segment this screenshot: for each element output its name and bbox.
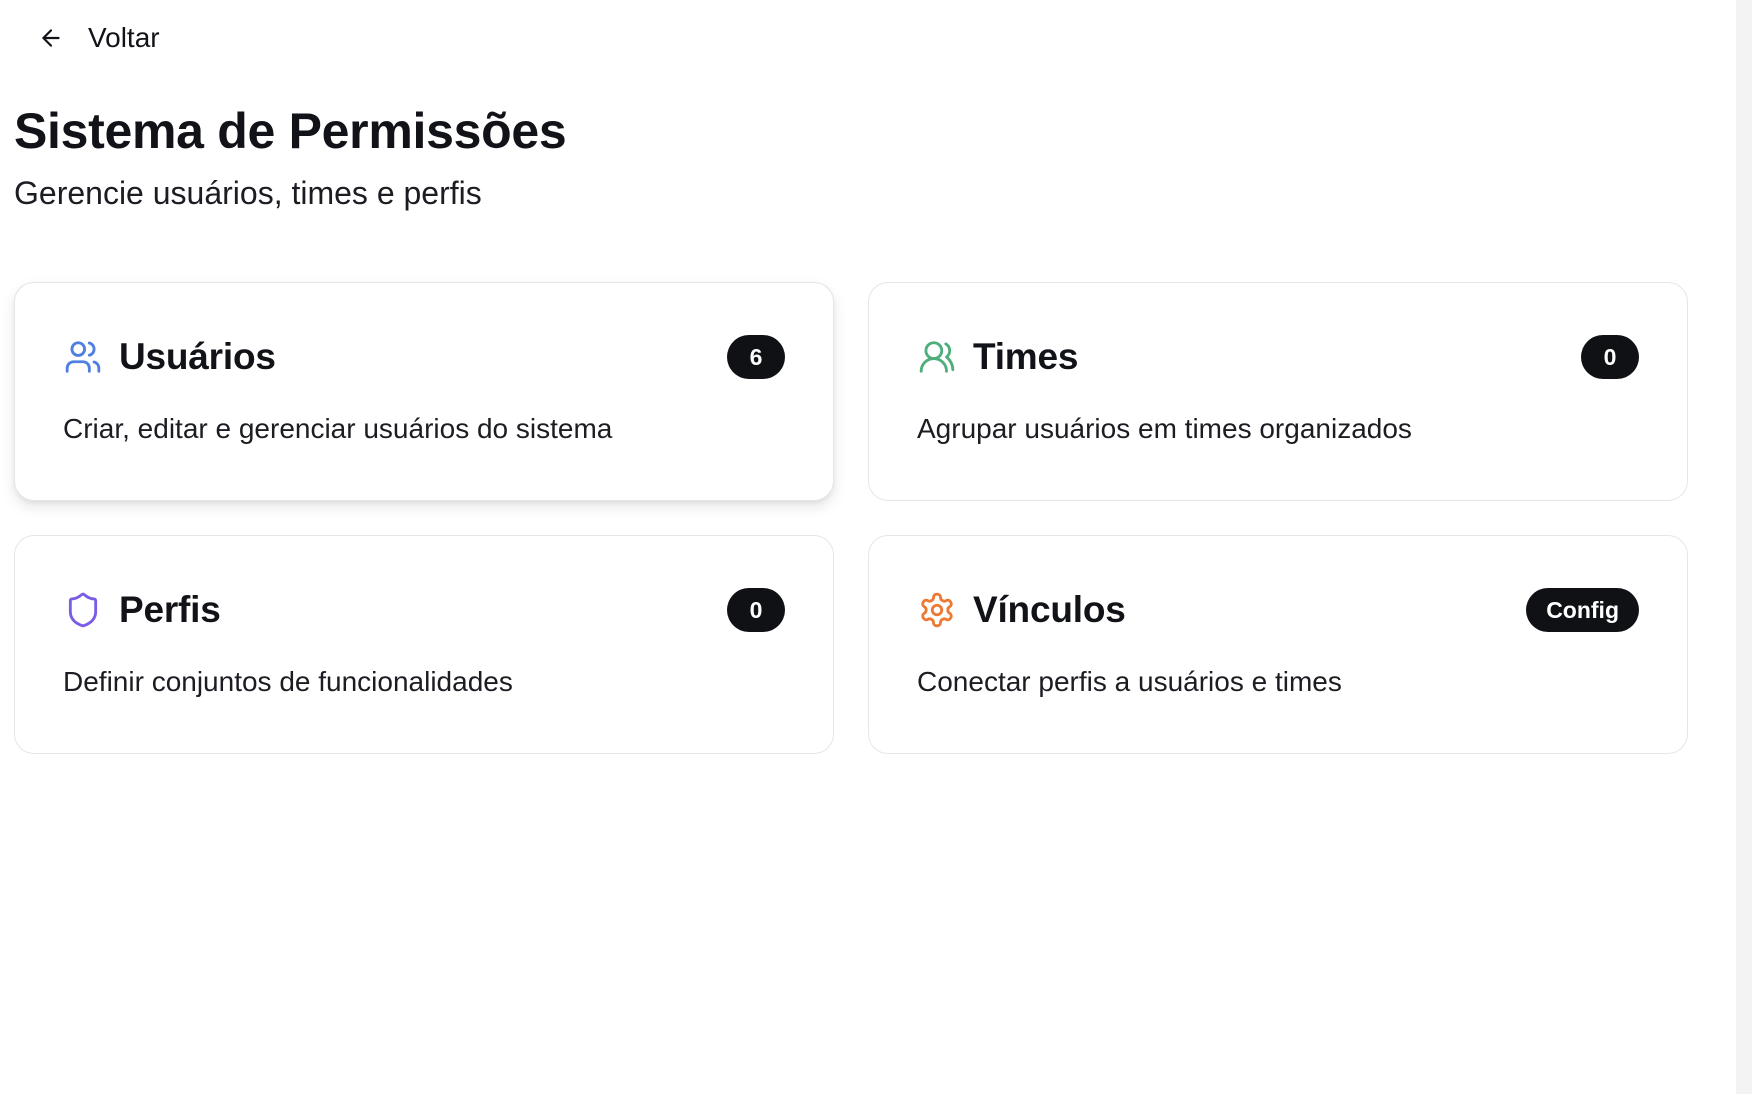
card-header: Usuários 6 [63,335,785,379]
card-usuarios[interactable]: Usuários 6 Criar, editar e gerenciar usu… [14,282,834,501]
page-title: Sistema de Permissões [14,103,567,159]
count-badge: 0 [1581,335,1639,379]
count-badge: 0 [727,588,785,632]
count-badge: 6 [727,335,785,379]
card-title: Usuários [119,336,276,377]
card-title: Times [973,336,1079,377]
card-title: Perfis [119,589,221,630]
card-times[interactable]: Times 0 Agrupar usuários em times organi… [868,282,1688,501]
page-subtitle: Gerencie usuários, times e perfis [14,175,482,211]
users-icon [917,337,957,377]
back-button[interactable]: Voltar [34,20,160,56]
config-badge: Config [1526,588,1639,632]
card-description: Agrupar usuários em times organizados [917,413,1412,444]
card-description: Criar, editar e gerenciar usuários do si… [63,413,613,444]
card-header: Times 0 [917,335,1639,379]
card-description: Conectar perfis a usuários e times [917,666,1342,697]
card-title: Vínculos [973,589,1126,630]
card-header: Vínculos Config [917,588,1639,632]
shield-icon [63,590,103,630]
module-cards-grid: Usuários 6 Criar, editar e gerenciar usu… [14,282,1688,754]
back-button-label: Voltar [88,22,160,53]
arrow-left-icon [34,21,68,55]
gear-icon [917,590,957,630]
card-header: Perfis 0 [63,588,785,632]
users-icon [63,337,103,377]
page: Voltar Sistema de Permissões Gerencie us… [0,0,1752,1094]
card-perfis[interactable]: Perfis 0 Definir conjuntos de funcionali… [14,535,834,754]
scrollbar-track[interactable] [1736,0,1752,1094]
card-description: Definir conjuntos de funcionalidades [63,666,513,697]
card-vinculos[interactable]: Vínculos Config Conectar perfis a usuári… [868,535,1688,754]
